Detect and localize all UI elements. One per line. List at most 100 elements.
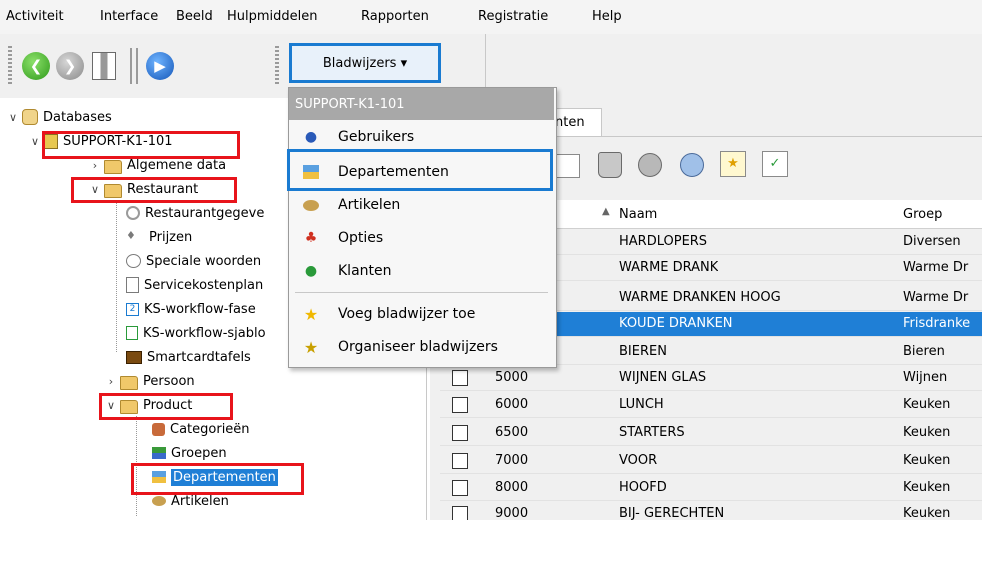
tab-departementen[interactable]: nten xyxy=(550,108,602,136)
record-icon[interactable] xyxy=(638,153,662,177)
column-header-groep[interactable]: Groep xyxy=(903,207,942,222)
menu-rapporten[interactable]: Rapporten xyxy=(361,9,429,24)
tree-item-smartcardtafels[interactable]: Smartcardtafels xyxy=(124,346,251,368)
menu-item-departementen[interactable]: Departementen xyxy=(289,156,554,188)
menu-item-opties[interactable]: ♣ Opties xyxy=(289,222,554,254)
delete-icon[interactable] xyxy=(598,152,622,178)
chevron-right-icon[interactable]: › xyxy=(88,159,102,172)
cell-naam: STARTERS xyxy=(619,425,685,440)
tree-item-databases[interactable]: ∨ Databases xyxy=(6,106,112,128)
cell-groep: Diversen xyxy=(903,234,961,249)
departments-icon xyxy=(302,163,320,181)
server-icon xyxy=(44,133,58,149)
row-checkbox[interactable] xyxy=(452,397,468,413)
toolbar-separator xyxy=(136,48,138,84)
edit-checkbox-icon[interactable] xyxy=(556,154,580,178)
tree-item-ks-workflow-fase[interactable]: 2 KS-workflow-fase xyxy=(124,298,256,320)
tree-item-artikelen[interactable]: Artikelen xyxy=(150,490,229,512)
tree-item-prijzen[interactable]: ♦ Prijzen xyxy=(124,226,192,248)
toolbar-grip[interactable] xyxy=(275,46,279,86)
play-icon[interactable]: ▶ xyxy=(146,52,174,80)
cell-code: 8000 xyxy=(495,480,529,495)
tree-item-product[interactable]: ∨ Product xyxy=(104,394,192,416)
row-checkbox[interactable] xyxy=(452,370,468,386)
tree-item-restaurantgegevens[interactable]: Restaurantgegeve xyxy=(124,202,264,224)
cell-code: 9000 xyxy=(495,506,529,521)
workflow-template-icon xyxy=(126,326,138,340)
bookmarks-button[interactable]: Bladwijzers ▾ xyxy=(289,43,441,83)
chevron-down-icon[interactable]: ∨ xyxy=(28,135,42,148)
cell-groep: Bieren xyxy=(903,344,945,359)
cell-groep: Warme Dr xyxy=(903,290,969,305)
tree-item-servicekostenplan[interactable]: Servicekostenplan xyxy=(124,274,263,296)
speech-bubble-icon xyxy=(126,254,141,268)
folder-open-icon xyxy=(120,400,138,414)
tree-label: Restaurantgegeve xyxy=(145,205,265,221)
categories-icon xyxy=(152,422,165,436)
menu-item-label: Artikelen xyxy=(338,197,401,213)
chevron-right-icon[interactable]: › xyxy=(104,375,118,388)
departments-icon xyxy=(152,471,166,483)
chevron-down-icon[interactable]: ∨ xyxy=(6,111,20,124)
cell-groep: Keuken xyxy=(903,506,951,521)
cell-naam: WARME DRANK xyxy=(619,260,719,275)
tree-item-ks-workflow-sjabloon[interactable]: KS-workflow-sjablo xyxy=(124,322,266,344)
tree-label: Servicekostenplan xyxy=(144,277,264,293)
favorite-icon[interactable]: ★ xyxy=(720,151,746,177)
row-checkbox[interactable] xyxy=(452,453,468,469)
menu-beeld[interactable]: Beeld xyxy=(176,9,213,24)
menu-item-gebruikers[interactable]: ● Gebruikers xyxy=(289,121,554,153)
panel-toggle-icon[interactable] xyxy=(92,52,116,80)
menu-item-artikelen[interactable]: Artikelen xyxy=(289,189,554,221)
cell-naam: HARDLOPERS xyxy=(619,234,708,249)
menu-item-add-bookmark[interactable]: ★ Voeg bladwijzer toe xyxy=(289,298,554,330)
menu-hulpmiddelen[interactable]: Hulpmiddelen xyxy=(227,9,318,24)
check-icon[interactable]: ✓ xyxy=(762,151,788,177)
tree-item-algemene-data[interactable]: › Algemene data xyxy=(88,154,226,176)
tree-item-categorieen[interactable]: Categorieën xyxy=(150,418,250,440)
tree-label: Algemene data xyxy=(127,157,227,173)
tree-item-departementen[interactable]: Departementen xyxy=(150,466,278,488)
menu-registratie[interactable]: Registratie xyxy=(478,9,548,24)
menu-item-label: Gebruikers xyxy=(338,129,415,145)
cell-naam: HOOFD xyxy=(619,480,667,495)
table-row[interactable]: 8000 HOOFD Keuken xyxy=(440,476,982,501)
tree-label: SUPPORT-K1-101 xyxy=(63,133,173,149)
forward-icon[interactable]: ❯ xyxy=(56,52,84,80)
tree-item-persoon[interactable]: › Persoon xyxy=(104,370,195,392)
row-checkbox[interactable] xyxy=(452,480,468,496)
tree-label: KS-workflow-sjablo xyxy=(143,325,266,341)
chevron-down-icon[interactable]: ∨ xyxy=(88,183,102,196)
folder-icon xyxy=(120,376,138,390)
chevron-down-icon[interactable]: ∨ xyxy=(104,399,118,412)
row-checkbox[interactable] xyxy=(452,506,468,520)
table-row[interactable]: 6000 LUNCH Keuken xyxy=(440,393,982,418)
menu-item-organize-bookmarks[interactable]: ★ Organiseer bladwijzers xyxy=(289,331,554,363)
tree-label: Databases xyxy=(43,109,112,125)
table-row[interactable]: 7000 VOOR Keuken xyxy=(440,449,982,474)
table-row[interactable]: 9000 BIJ- GERECHTEN Keuken xyxy=(440,502,982,521)
cell-code: 7000 xyxy=(495,453,529,468)
menu-item-klanten[interactable]: ● Klanten xyxy=(289,255,554,287)
tree-item-groepen[interactable]: Groepen xyxy=(150,442,227,464)
menu-activiteit[interactable]: Activiteit xyxy=(6,9,64,24)
price-tag-icon: ♦ xyxy=(126,229,136,242)
tree-item-server[interactable]: ∨ SUPPORT-K1-101 xyxy=(28,130,173,152)
refresh-icon[interactable] xyxy=(680,153,704,177)
tree-item-speciale-woorden[interactable]: Speciale woorden xyxy=(124,250,261,272)
row-checkbox[interactable] xyxy=(452,425,468,441)
menu-bar: Activiteit Interface Beeld Hulpmiddelen … xyxy=(0,0,982,35)
tree-item-restaurant[interactable]: ∨ Restaurant xyxy=(88,178,198,200)
tree-label: Departementen xyxy=(171,468,278,486)
back-icon[interactable]: ❮ xyxy=(22,52,50,80)
cell-naam: VOOR xyxy=(619,453,658,468)
table-row[interactable]: 6500 STARTERS Keuken xyxy=(440,421,982,446)
menu-help[interactable]: Help xyxy=(592,9,622,24)
sort-ascending-icon[interactable]: ▲ xyxy=(602,206,610,217)
table-row[interactable]: 5000 WIJNEN GLAS Wijnen xyxy=(440,366,982,391)
cell-naam: BIEREN xyxy=(619,344,667,359)
menu-interface[interactable]: Interface xyxy=(100,9,158,24)
bookmarks-dropdown: SUPPORT-K1-101 ● Gebruikers Departemente… xyxy=(288,87,557,368)
toolbar-grip[interactable] xyxy=(8,46,12,86)
column-header-naam[interactable]: Naam xyxy=(619,207,657,222)
